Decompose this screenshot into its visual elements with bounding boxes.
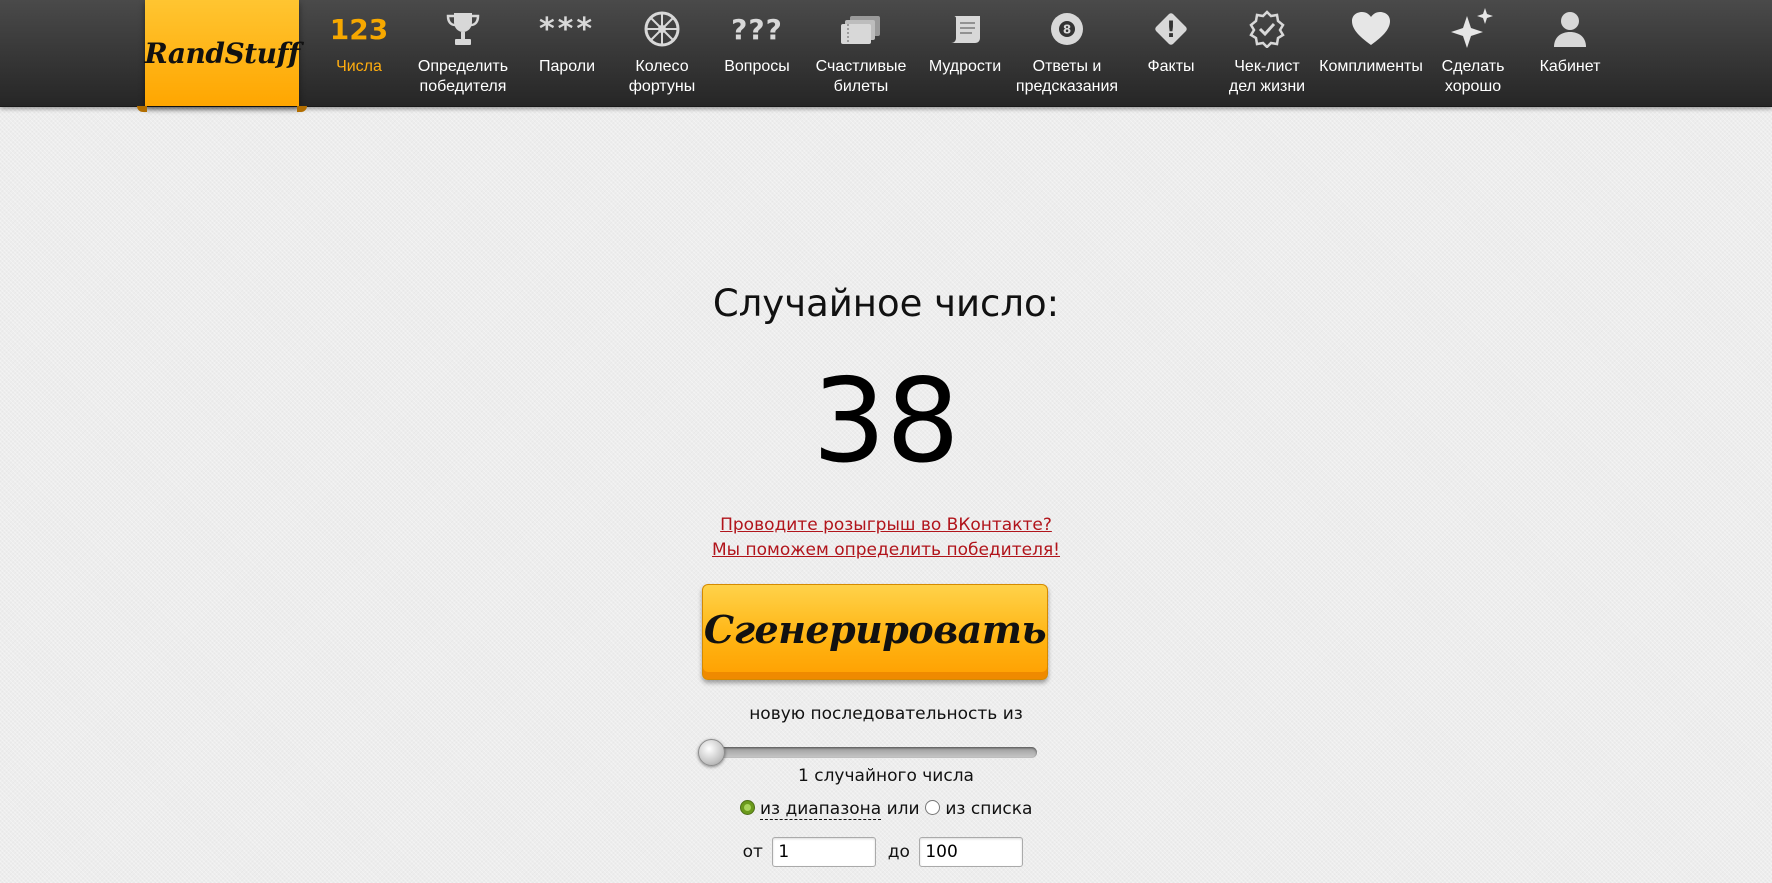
generate-button[interactable]: Сгенерировать bbox=[702, 584, 1048, 680]
nav-item-label: Счастливые билеты bbox=[815, 58, 907, 95]
site-logo[interactable]: RandStuff bbox=[137, 0, 307, 112]
nav-item-answers[interactable]: 8 Ответы и предсказания bbox=[1015, 8, 1119, 98]
range-to-input[interactable] bbox=[919, 837, 1024, 867]
numbers-123-icon: 123 bbox=[329, 12, 389, 46]
nav-item-label: Комплименты bbox=[1319, 58, 1423, 75]
list-mode-label[interactable]: из списка bbox=[945, 799, 1032, 819]
scroll-icon bbox=[913, 8, 1017, 50]
logo-text: RandStuff bbox=[144, 36, 300, 70]
wheel-of-fortune-icon bbox=[610, 8, 714, 50]
svg-text:8: 8 bbox=[1063, 23, 1071, 37]
vk-giveaway-link[interactable]: Проводите розыгрыш во ВКонтакте? bbox=[0, 513, 1772, 538]
nav-item-winner[interactable]: Определить победителя bbox=[411, 8, 515, 98]
check-badge-icon bbox=[1215, 8, 1319, 50]
nav-item-label: Чек-лист дел жизни bbox=[1228, 58, 1306, 95]
mode-selector: из диапазона или из списка bbox=[0, 799, 1772, 820]
svg-text:!: ! bbox=[1166, 18, 1176, 43]
main-content: Случайное число: 38 Проводите розыгрыш в… bbox=[0, 106, 1772, 883]
nav-item-label: Сделать хорошо bbox=[1441, 58, 1505, 95]
range-radio[interactable] bbox=[739, 800, 755, 815]
nav-item-numbers[interactable]: 123 Числа bbox=[307, 8, 411, 98]
nav-item-label: Мудрости bbox=[928, 58, 1002, 75]
exclamation-diamond-icon: ! bbox=[1119, 8, 1223, 50]
nav-item-label: Факты bbox=[1147, 58, 1195, 75]
generate-button-label: Сгенерировать bbox=[703, 606, 1047, 652]
nav-item-label: Определить победителя bbox=[417, 58, 509, 95]
top-navigation-bar: RandStuff 123 Числа Определить победител… bbox=[0, 0, 1772, 112]
nav-item-compliments[interactable]: Комплименты bbox=[1318, 8, 1424, 98]
nav-item-label: Пароли bbox=[538, 58, 596, 75]
magic-8-ball-icon: 8 bbox=[1015, 8, 1119, 50]
nav-item-facts[interactable]: ! Факты bbox=[1119, 8, 1223, 98]
count-slider-handle[interactable] bbox=[698, 739, 725, 766]
nav-item-label: Кабинет bbox=[1539, 58, 1601, 75]
nav-item-label: Числа bbox=[336, 58, 382, 75]
nav-item-label: Вопросы bbox=[724, 58, 790, 75]
page-title: Случайное число: bbox=[712, 282, 1060, 325]
range-mode-label[interactable]: из диапазона bbox=[759, 799, 882, 820]
nav-item-checklist[interactable]: Чек-лист дел жизни bbox=[1215, 8, 1319, 98]
nav-item-passwords[interactable]: *** Пароли bbox=[515, 8, 619, 98]
nav-item-wheel[interactable]: Колесо фортуны bbox=[610, 8, 714, 98]
nav-item-wisdom[interactable]: Мудрости bbox=[913, 8, 1017, 98]
count-label: 1 случайного числа bbox=[798, 766, 974, 786]
from-label: от bbox=[742, 842, 763, 862]
promo-links: Проводите розыгрыш во ВКонтакте? Мы помо… bbox=[0, 513, 1772, 563]
nav-item-questions[interactable]: ??? Вопросы bbox=[705, 8, 809, 98]
to-label: до bbox=[887, 842, 910, 862]
user-icon bbox=[1518, 8, 1622, 50]
winner-help-link[interactable]: Мы поможем определить победителя! bbox=[0, 538, 1772, 563]
password-asterisks-icon: *** bbox=[538, 11, 596, 47]
random-number-result: 38 bbox=[812, 354, 960, 489]
or-label: или bbox=[886, 799, 920, 819]
question-marks-icon: ??? bbox=[731, 12, 783, 46]
nav-item-do-good[interactable]: Сделать хорошо bbox=[1421, 8, 1525, 98]
count-slider[interactable] bbox=[698, 739, 1037, 766]
nav-item-label: Ответы и предсказания bbox=[1015, 58, 1119, 95]
nav-item-tickets[interactable]: Счастливые билеты bbox=[809, 8, 913, 98]
heart-icon bbox=[1318, 8, 1424, 50]
nav-item-account[interactable]: Кабинет bbox=[1518, 8, 1622, 98]
range-from-input[interactable] bbox=[772, 837, 877, 867]
list-radio[interactable] bbox=[924, 800, 940, 815]
trophy-icon bbox=[411, 8, 515, 50]
nav-item-label: Колесо фортуны bbox=[628, 58, 696, 95]
sparkles-icon bbox=[1421, 8, 1525, 50]
tickets-icon bbox=[809, 8, 913, 50]
sequence-label: новую последовательность из bbox=[749, 704, 1023, 724]
range-inputs: от до bbox=[0, 837, 1772, 867]
